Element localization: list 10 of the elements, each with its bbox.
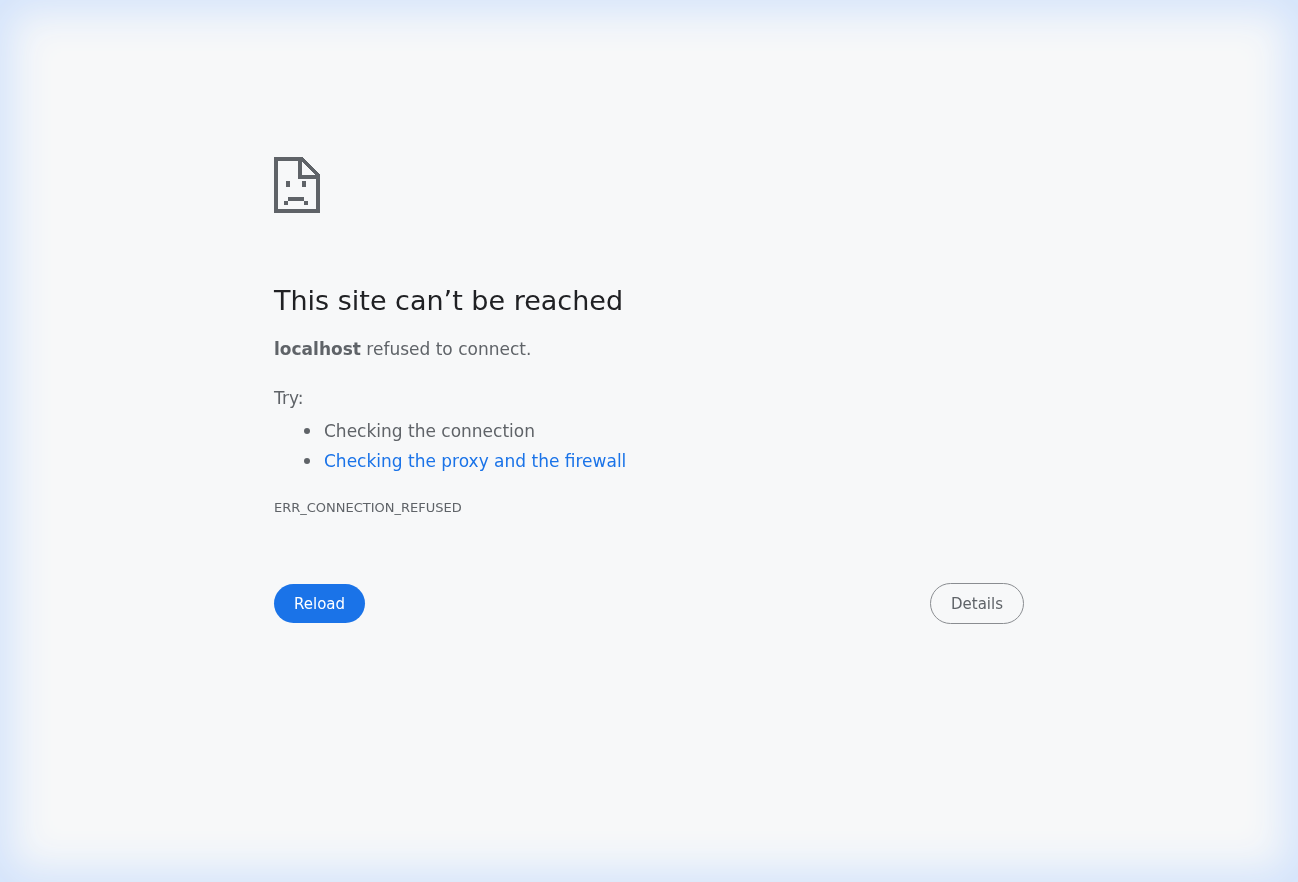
sad-page-icon [274,157,320,213]
error-message: localhost refused to connect. [274,338,533,361]
try-label: Try: [274,387,305,410]
bullet-icon [304,428,310,434]
bullet-icon [304,458,310,464]
error-code: ERR_CONNECTION_REFUSED [274,500,463,515]
suggestion-text: Checking the connection [324,421,535,441]
suggestion-link[interactable]: Checking the proxy and the firewall [324,451,627,471]
error-heading: This site can’t be reached [274,284,625,318]
reload-button[interactable]: Reload [274,584,366,623]
